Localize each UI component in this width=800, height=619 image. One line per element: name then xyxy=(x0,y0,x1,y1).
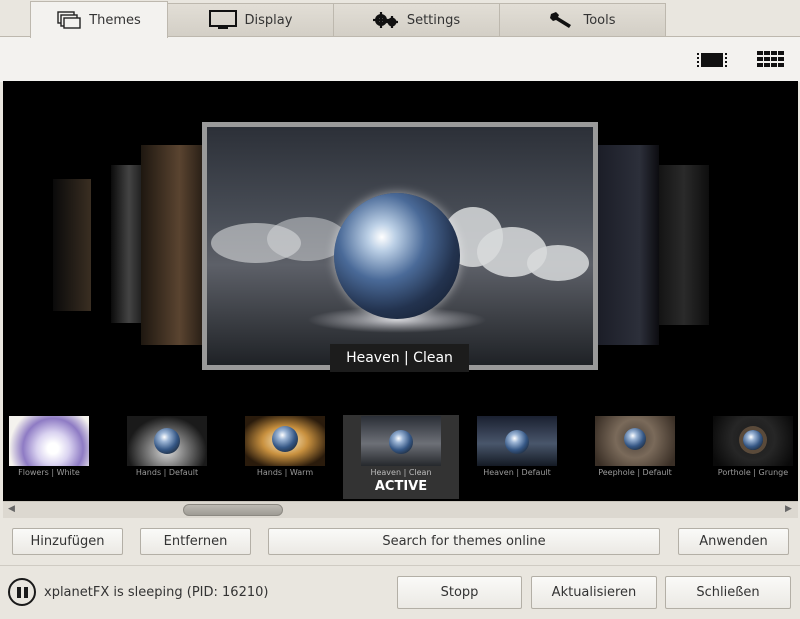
theme-coverflow[interactable]: Heaven | Clean Flowers | White Hands | D… xyxy=(3,81,798,501)
theme-thumb-porthole-grunge[interactable]: Porthole | Grunge xyxy=(695,415,798,499)
theme-thumb-peephole-default[interactable]: Peephole | Default xyxy=(577,415,693,499)
thumb-label: Porthole | Grunge xyxy=(717,468,789,477)
apply-theme-button[interactable]: Anwenden xyxy=(678,528,789,555)
tab-tools[interactable]: Tools xyxy=(499,3,666,36)
close-button[interactable]: Schließen xyxy=(665,576,791,609)
wrench-icon xyxy=(549,11,575,29)
footer-separator xyxy=(0,565,800,566)
thumb-label: Hands | Default xyxy=(135,468,199,477)
monitor-icon xyxy=(208,10,237,30)
tab-bar: Themes Display Settings Tools xyxy=(0,0,800,38)
side-cover-left-far[interactable] xyxy=(53,179,91,311)
scroll-left-icon[interactable]: ◀ xyxy=(8,504,15,514)
tab-settings-label: Settings xyxy=(406,12,461,28)
tab-themes-label: Themes xyxy=(89,12,141,28)
scroll-right-icon[interactable]: ▶ xyxy=(785,504,792,514)
gears-icon xyxy=(372,11,399,29)
side-cover-left-near[interactable] xyxy=(141,145,205,345)
thumb-label: Peephole | Default xyxy=(598,468,672,477)
side-cover-right-mid[interactable] xyxy=(659,165,709,325)
active-badge: ACTIVE xyxy=(374,479,428,494)
horizontal-scrollbar[interactable]: ◀ ▶ xyxy=(3,501,798,518)
thumb-label: Heaven | Default xyxy=(483,468,551,477)
status-area: xplanetFX is sleeping (PID: 16210) xyxy=(8,576,268,608)
theme-thumb-heaven-default[interactable]: Heaven | Default xyxy=(459,415,575,499)
add-theme-button[interactable]: Hinzufügen xyxy=(12,528,123,555)
search-themes-online-button[interactable]: Search for themes online xyxy=(268,528,660,555)
theme-thumb-hands-warm[interactable]: Hands | Warm xyxy=(227,415,343,499)
themes-toolbar xyxy=(0,36,800,82)
tab-display[interactable]: Display xyxy=(167,3,334,36)
scrollbar-thumb[interactable] xyxy=(183,504,283,516)
refresh-button[interactable]: Aktualisieren xyxy=(531,576,657,609)
thumb-label: Hands | Warm xyxy=(256,468,314,477)
active-theme-preview[interactable] xyxy=(202,122,598,370)
pause-icon[interactable] xyxy=(8,578,36,606)
thumb-label: Flowers | White xyxy=(18,468,80,477)
remove-theme-button[interactable]: Entfernen xyxy=(140,528,251,555)
tab-themes[interactable]: Themes xyxy=(30,1,168,38)
tab-tools-label: Tools xyxy=(583,12,616,28)
theme-thumb-flowers-white[interactable]: Flowers | White xyxy=(3,415,107,499)
stop-button[interactable]: Stopp xyxy=(397,576,522,609)
film-icon[interactable] xyxy=(697,50,727,70)
status-text: xplanetFX is sleeping (PID: 16210) xyxy=(44,584,269,600)
theme-thumb-heaven-clean[interactable]: Heaven | Clean ACTIVE xyxy=(343,415,459,499)
tab-settings[interactable]: Settings xyxy=(333,3,500,36)
grid-icon[interactable] xyxy=(757,50,787,70)
preview-caption: Heaven | Clean xyxy=(330,344,469,372)
preview-image xyxy=(207,127,593,365)
theme-thumb-hands-default[interactable]: Hands | Default xyxy=(109,415,225,499)
tab-display-label: Display xyxy=(244,12,293,28)
thumb-label: Heaven | Clean xyxy=(370,468,432,477)
globe-image xyxy=(334,193,460,319)
windows-icon xyxy=(57,11,81,29)
side-cover-right-near[interactable] xyxy=(595,145,659,345)
